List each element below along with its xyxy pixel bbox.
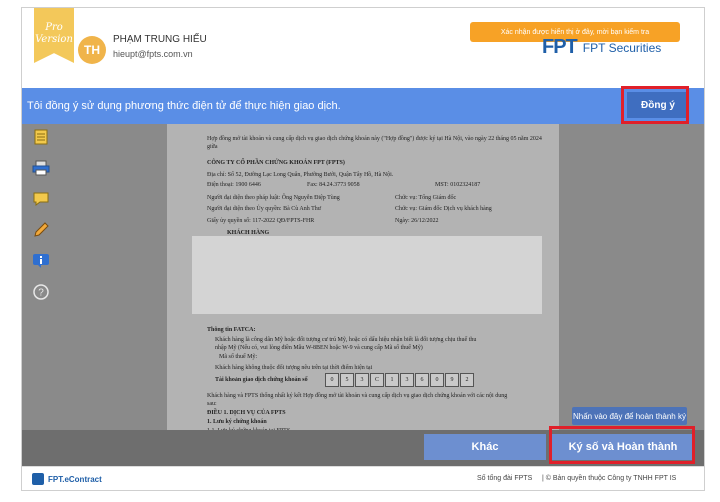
account-label: Tài khoản giao dịch chứng khoán số [215,377,308,383]
pencil-icon[interactable] [32,221,50,239]
account-digit: 0 [325,373,339,387]
document-icon[interactable] [32,128,50,146]
hotline-link[interactable]: Số tổng đài FPTS [477,475,532,482]
avatar[interactable]: TH [78,36,106,64]
account-digit: 6 [415,373,429,387]
econtract-logo-text: FPT.eContract [48,474,102,484]
fatca-option-2: Khách hàng không thuộc đối tượng nêu trê… [215,365,373,371]
comment-icon[interactable] [32,190,50,208]
copyright-text: | © Bản quyền thuộc Công ty TNHH FPT IS [542,475,677,482]
fpt-logo-mark: FPT [542,36,578,58]
app-window: Pro Version TH PHẠM TRUNG HIẾU hieupt@fp… [22,8,704,490]
account-digit: 0 [430,373,444,387]
account-digit: 5 [340,373,354,387]
company-phone: Điện thoại: 1900 6446 [207,182,261,188]
pro-version-ribbon: Pro Version [34,8,74,63]
authorized-representative: Người đại diện theo Ủy quyền: Bà Cù Anh … [207,206,322,212]
contract-page: Hợp đồng mở tài khoản và cung cấp dịch v… [167,124,559,434]
user-email: hieupt@fpts.com.vn [113,49,193,59]
account-digit: 2 [460,373,474,387]
account-digit: 1 [385,373,399,387]
document-viewer: ? Hợp đồng mở tài khoản và cung cấp dịch… [22,124,704,434]
consent-bar: Tôi đồng ý sử dụng phương thức điện tử đ… [22,88,704,124]
company-tax: MST: 0102324187 [435,182,481,188]
econtract-logo: FPT.eContract [32,473,102,485]
company-fax: Fax: 84.24.3773 9058 [307,182,360,188]
header: Pro Version TH PHẠM TRUNG HIẾU hieupt@fp… [22,8,704,88]
agreement-text-2: sau: [207,401,217,407]
sign-tooltip: Nhấn vào đây để hoàn thành ký [572,407,687,425]
doc-intro-2: giữa [207,144,218,150]
authorized-representative-title: Chức vụ: Giám đốc Dịch vụ khách hàng [395,206,492,212]
account-digit: C [370,373,384,387]
customer-info-placeholder [192,236,542,314]
econtract-icon [32,473,44,485]
action-bar: Khác Ký số và Hoàn thành [22,430,704,466]
fpt-logo-text: FPT Securities [582,40,662,55]
account-digit: 9 [445,373,459,387]
authorization-date: Ngày: 26/12/2022 [395,218,439,224]
help-icon[interactable]: ? [32,283,50,301]
company-heading: CÔNG TY CỔ PHẦN CHỨNG KHOÁN FPT (FPTS) [207,160,345,166]
fatca-option-1: Khách hàng là công dân Mỹ hoặc đối tượng… [215,337,477,343]
fatca-tax-id: Mã số thuế Mỹ: [219,354,258,360]
account-digit: 3 [400,373,414,387]
article-1-heading: ĐIỀU 1. DỊCH VỤ CỦA FPTS [207,410,286,416]
agreement-text: Khách hàng và FPTS thống nhất ký kết Hợp… [207,393,508,399]
article-1-1: 1. Lưu ký chứng khoán [207,419,267,425]
sign-complete-button[interactable]: Ký số và Hoàn thành [552,434,694,460]
fpt-logo: FPT FPT Securities [542,36,661,59]
legal-representative: Người đại diện theo pháp luật: Ông Nguyễ… [207,195,340,201]
company-address: Địa chỉ: Số 52, Đường Lạc Long Quân, Phư… [207,172,394,178]
info-icon[interactable] [32,252,50,270]
side-toolbar: ? [32,128,52,314]
footer: FPT.eContract Số tổng đài FPTS | © Bản q… [22,466,704,490]
authorization-document: Giấy ủy quyền số: 117-2022 QĐ/FPTS-FHR [207,218,315,224]
other-button[interactable]: Khác [424,434,546,460]
fatca-option-1-detail: nhập Mỹ (Nếu có, vui lòng điền Mẫu W-8BE… [215,345,423,351]
user-name: PHẠM TRUNG HIẾU [113,34,207,45]
print-icon[interactable] [32,159,50,177]
consent-text: Tôi đồng ý sử dụng phương thức điện tử đ… [27,100,341,112]
legal-representative-title: Chức vụ: Tổng Giám đốc [395,195,457,201]
doc-intro: Hợp đồng mở tài khoản và cung cấp dịch v… [207,136,542,142]
fatca-heading: Thông tin FATCA: [207,327,256,333]
agree-button[interactable]: Đồng ý [627,92,689,118]
account-digit: 3 [355,373,369,387]
svg-text:?: ? [38,288,44,299]
